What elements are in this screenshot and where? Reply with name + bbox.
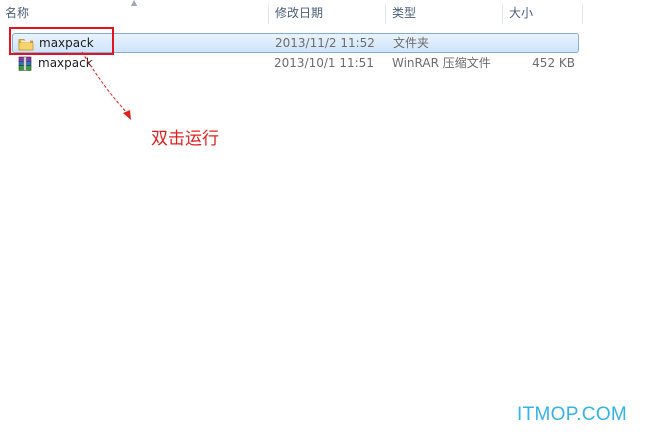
annotation-double-click-hint: 双击运行 bbox=[151, 129, 219, 149]
site-watermark: ITMOP.COM bbox=[517, 404, 628, 425]
annotation-arrow-icon bbox=[81, 51, 131, 120]
